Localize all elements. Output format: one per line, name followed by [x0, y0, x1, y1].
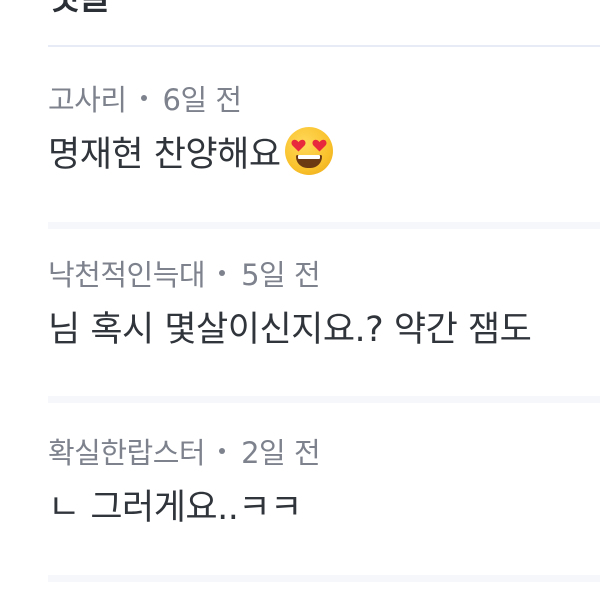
comment-meta: 고사리 6일 전	[48, 81, 242, 117]
comment-divider	[48, 222, 600, 229]
emoji-mouth	[295, 155, 322, 168]
comment-text-row: 명재현 찬양해요	[48, 127, 333, 175]
comment-divider	[48, 575, 600, 582]
comment-item[interactable]: 고사리 6일 전 명재현 찬양해요	[0, 81, 600, 221]
comment-item[interactable]: 낙천적인늑대 5일 전 님 혹시 몇살이신지요.? 약간 잼도	[0, 256, 600, 396]
comment-meta: 확실한랍스터 2일 전	[48, 434, 321, 470]
heart-icon	[291, 139, 306, 152]
meta-separator-dot	[219, 270, 226, 276]
meta-separator-dot	[219, 448, 226, 454]
comment-item[interactable]: 확실한랍스터 2일 전 ㄴ 그러게요..ㅋㅋ	[0, 434, 600, 574]
comment-meta: 낙천적인늑대 5일 전	[48, 256, 321, 292]
comment-text-row: ㄴ 그러게요..ㅋㅋ	[48, 480, 302, 528]
comment-text: 님 혹시 몇살이신지요.? 약간 잼도	[48, 309, 532, 350]
comment-text: 명재현 찬양해요	[48, 134, 281, 175]
comment-author[interactable]: 고사리	[48, 77, 127, 119]
comment-time: 6일 전	[162, 83, 243, 117]
comment-text: ㄴ 그러게요..ㅋㅋ	[48, 487, 302, 528]
comments-page: 댓글 고사리 6일 전 명재현 찬양해요 낙천적인늑대	[0, 0, 600, 600]
comment-time: 2일 전	[241, 436, 321, 470]
heart-eyes-emoji-icon	[284, 127, 333, 175]
comment-author[interactable]: 낙천적인늑대	[48, 252, 206, 294]
section-title: 댓글	[48, 0, 111, 18]
comment-text-row: 님 혹시 몇살이신지요.? 약간 잼도	[48, 302, 532, 350]
comment-author[interactable]: 확실한랍스터	[48, 430, 206, 472]
comment-time: 5일 전	[241, 258, 321, 292]
title-divider	[48, 45, 600, 47]
heart-icon	[312, 139, 327, 152]
comment-divider	[48, 396, 600, 403]
meta-separator-dot	[140, 95, 147, 101]
